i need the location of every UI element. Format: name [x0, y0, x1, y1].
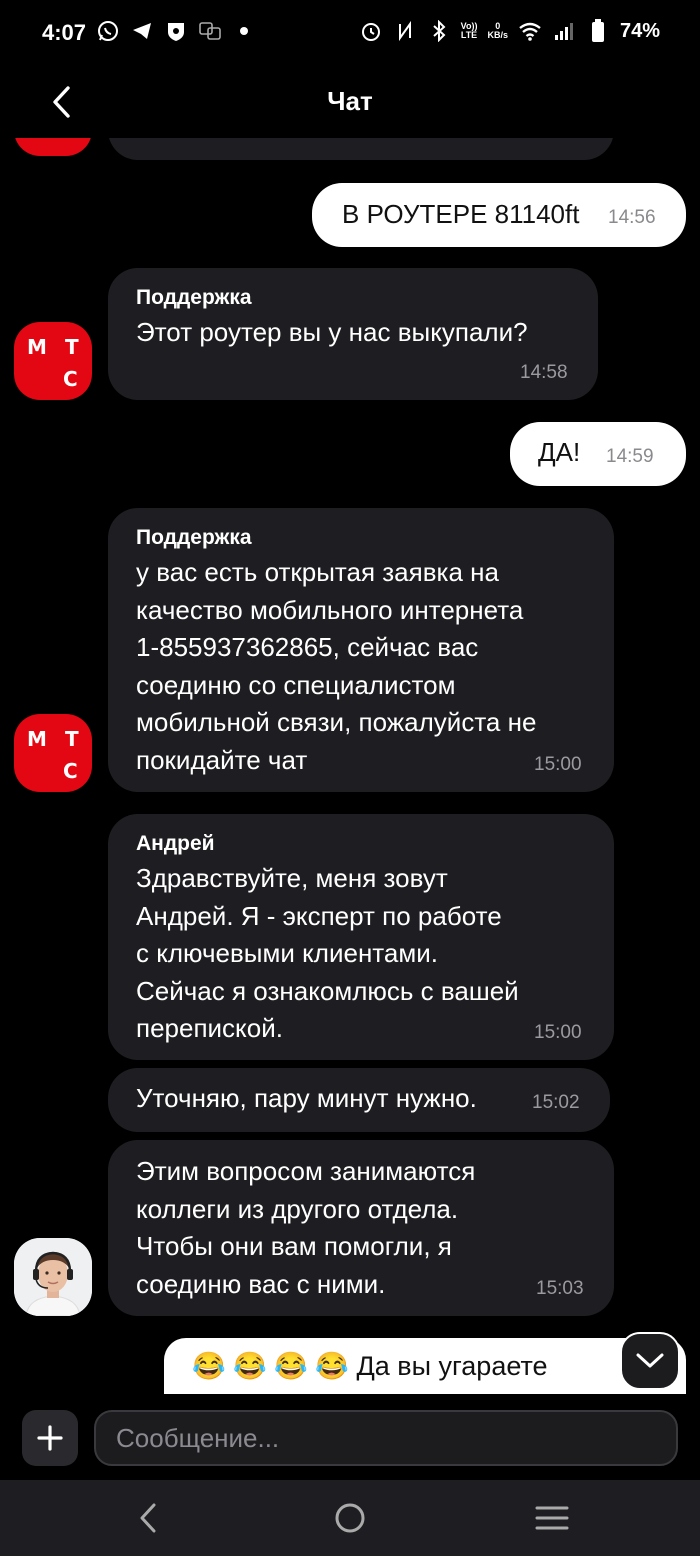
message-sender: Поддержка: [136, 286, 252, 309]
system-nav-bar: [0, 1480, 700, 1556]
message-time: 15:02: [532, 1092, 580, 1113]
chevron-down-icon: [636, 1353, 664, 1368]
message-input[interactable]: Сообщение...: [94, 1410, 678, 1466]
message-time: 14:56: [608, 207, 656, 228]
message-text: Уточняю, пару минут нужно.: [136, 1083, 477, 1113]
shield-icon: [164, 19, 188, 43]
nfc-icon: [393, 19, 417, 43]
pending-message[interactable]: 😂 😂 😂 😂 Да вы угараете: [164, 1338, 686, 1394]
message-outgoing[interactable]: ДА! 14:59: [510, 422, 686, 486]
message-incoming[interactable]: Уточняю, пару минут нужно. 15:02: [108, 1068, 610, 1132]
message-time: 14:58: [520, 362, 568, 383]
message-incoming[interactable]: Поддержка Этот роутер вы у нас выкупали?…: [108, 268, 598, 400]
message-incoming[interactable]: Поддержка у вас есть открытая заявка на …: [108, 508, 614, 792]
bluetooth-icon: [427, 19, 451, 43]
status-time: 4:07: [42, 20, 87, 45]
network-speed: 0 KB/s: [487, 21, 508, 40]
message-time: 15:03: [536, 1278, 584, 1299]
status-bar: 4:07 Vo)) LTE 0 KB/s 74%: [0, 0, 700, 66]
pending-message-text: 😂 😂 😂 😂 Да вы угараете: [192, 1351, 548, 1381]
chat-messages[interactable]: В РОУТЕРЕ 81140ft 14:56 М Т С Поддержка …: [0, 138, 700, 1394]
chat-header: Чат: [0, 66, 700, 138]
message-incoming[interactable]: Андрей Здравствуйте, меня зовут Андрей. …: [108, 814, 614, 1060]
message-sender: Поддержка: [136, 526, 252, 549]
back-icon: [140, 1503, 156, 1533]
attach-button[interactable]: [22, 1410, 78, 1466]
message-incoming[interactable]: Этим вопросом занимаются коллеги из друг…: [108, 1140, 614, 1316]
message-text: В РОУТЕРЕ 81140ft: [342, 199, 580, 229]
nav-home-button[interactable]: [328, 1498, 372, 1538]
notification-icons: [96, 19, 256, 43]
wifi-icon: [518, 19, 542, 43]
message-text: у вас есть открытая заявка на качество м…: [136, 557, 537, 775]
message-text: ДА!: [538, 437, 581, 467]
system-icons: Vo)) LTE 0 KB/s 74%: [359, 19, 660, 43]
plus-icon: [37, 1425, 63, 1451]
translate-icon: [198, 19, 222, 43]
battery-level: 74%: [619, 19, 660, 42]
message-time: 15:00: [534, 754, 582, 775]
battery-icon: [586, 19, 610, 43]
menu-icon: [535, 1506, 569, 1530]
page-title: Чат: [327, 86, 373, 116]
volte-indicator: Vo)) LTE: [460, 21, 478, 40]
nav-back-button[interactable]: [126, 1498, 170, 1538]
avatar-agent-photo: [14, 1238, 92, 1316]
avatar-mts-partial: [14, 138, 92, 156]
avatar-mts: М Т С: [14, 714, 92, 792]
avatar-mts: М Т С: [14, 322, 92, 400]
message-sender: Андрей: [136, 832, 215, 855]
whatsapp-icon: [96, 19, 120, 43]
message-text: Здравствуйте, меня зовут Андрей. Я - экс…: [136, 863, 519, 1043]
signal-icon: [552, 19, 576, 43]
message-outgoing[interactable]: В РОУТЕРЕ 81140ft 14:56: [312, 183, 686, 247]
message-bubble-partial: [108, 138, 614, 160]
composer-bar: Сообщение...: [0, 1394, 700, 1480]
nav-menu-button[interactable]: [530, 1498, 574, 1538]
message-time: 15:00: [534, 1022, 582, 1043]
message-time: 14:59: [606, 446, 654, 467]
message-text: Этот роутер вы у нас выкупали?: [136, 317, 528, 347]
telegram-icon: [130, 19, 154, 43]
alarm-icon: [359, 19, 383, 43]
dot-icon: [232, 19, 256, 43]
message-text: Этим вопросом занимаются коллеги из друг…: [136, 1156, 476, 1299]
scroll-down-button[interactable]: [620, 1332, 680, 1390]
home-icon: [335, 1503, 365, 1533]
